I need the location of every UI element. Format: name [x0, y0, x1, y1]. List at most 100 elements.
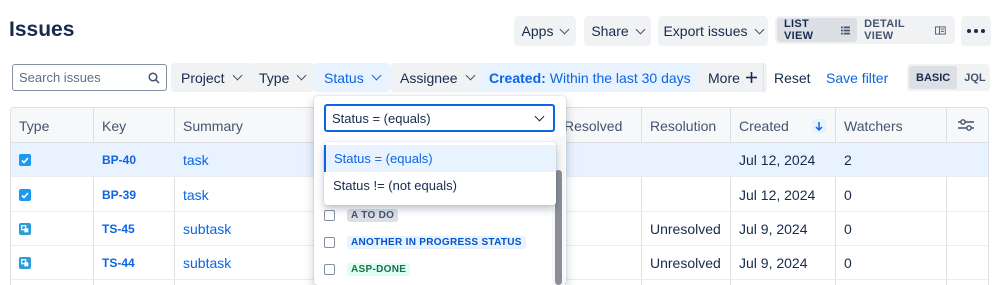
- summary-link[interactable]: subtask: [175, 212, 231, 246]
- status-filter-button[interactable]: Status: [314, 63, 390, 92]
- operator-option-not-equals[interactable]: Status != (not equals): [324, 172, 556, 199]
- export-issues-button[interactable]: Export issues: [658, 16, 768, 46]
- reset-button[interactable]: Reset: [774, 70, 811, 86]
- apps-label: Apps: [521, 23, 554, 39]
- type-label: Type: [259, 69, 290, 86]
- more-label: More: [708, 69, 740, 86]
- created-cell: Jul 9, 2024: [739, 255, 808, 271]
- assignee-label: Assignee: [400, 69, 458, 86]
- summary-link[interactable]: task: [175, 143, 209, 177]
- jql-mode-button[interactable]: JQL: [957, 66, 992, 89]
- list-view-label: LIST VIEW: [784, 18, 814, 42]
- resolution-cell: Unresolved: [650, 255, 721, 271]
- subtask-icon: [19, 257, 31, 269]
- checkbox[interactable]: [324, 263, 335, 275]
- chevron-down-icon: [465, 70, 476, 81]
- type-cell: [11, 178, 31, 212]
- type-cell: [11, 212, 31, 246]
- chevron-down-icon: [754, 24, 764, 34]
- checkbox[interactable]: [324, 236, 335, 248]
- summary-link[interactable]: task: [175, 178, 209, 212]
- dot-icon: [974, 29, 978, 33]
- search-mode-toggle: BASIC JQL: [907, 64, 990, 91]
- checkbox[interactable]: [324, 209, 335, 221]
- column-header-watchers[interactable]: Watchers: [836, 108, 903, 143]
- operator-select-value: Status = (equals): [332, 110, 431, 126]
- list-icon: [841, 25, 851, 35]
- status-lozenge: ASP-DONE: [347, 262, 411, 276]
- operator-option-equals[interactable]: Status = (equals): [324, 145, 556, 172]
- project-filter-button[interactable]: Project: [171, 63, 251, 92]
- type-cell: [11, 143, 31, 177]
- resolution-cell: Unresolved: [650, 221, 721, 237]
- created-filter-label: Created:: [489, 69, 546, 86]
- column-header-summary[interactable]: Summary: [175, 108, 243, 143]
- watchers-cell: 0: [844, 255, 852, 271]
- created-cell: Jul 12, 2024: [739, 152, 816, 168]
- subtask-icon: [19, 223, 31, 235]
- share-button[interactable]: Share: [584, 16, 651, 46]
- column-header-created[interactable]: Created: [731, 108, 789, 143]
- dot-icon: [981, 29, 985, 33]
- column-settings-icon[interactable]: [958, 118, 974, 132]
- created-filter-chip[interactable]: Created: Within the last 30 days: [479, 63, 723, 92]
- watchers-cell: 2: [844, 152, 852, 168]
- chevron-down-icon: [560, 24, 570, 34]
- chevron-down-icon: [296, 70, 307, 81]
- divider: [763, 63, 764, 92]
- issue-key-link[interactable]: BP-39: [94, 178, 136, 212]
- status-lozenge: A TO DO: [347, 208, 399, 222]
- operator-select[interactable]: Status = (equals): [324, 104, 555, 132]
- status-lozenge: ANOTHER IN PROGRESS STATUS: [347, 235, 526, 249]
- export-label: Export issues: [663, 23, 748, 39]
- view-toggle: LIST VIEW DETAIL VIEW: [775, 16, 955, 44]
- resolution-cell: [642, 178, 650, 212]
- save-filter-button[interactable]: Save filter: [826, 70, 888, 86]
- status-option-another-in-progress[interactable]: ANOTHER IN PROGRESS STATUS: [324, 233, 526, 251]
- status-label: Status: [324, 69, 364, 86]
- status-option-a-to-do[interactable]: A TO DO: [324, 206, 399, 224]
- issue-key-link[interactable]: BP-40: [94, 143, 136, 177]
- watchers-cell: 0: [844, 187, 852, 203]
- status-option-asp-done[interactable]: ASP-DONE: [324, 260, 411, 278]
- created-cell: Jul 12, 2024: [739, 187, 816, 203]
- detail-view-button[interactable]: DETAIL VIEW: [857, 18, 953, 42]
- column-header-resolution[interactable]: Resolution: [642, 108, 716, 143]
- chevron-down-icon: [371, 70, 382, 81]
- detail-view-icon: [935, 25, 946, 35]
- summary-link[interactable]: subtask: [175, 246, 231, 280]
- apps-button[interactable]: Apps: [514, 16, 576, 46]
- issue-key-link[interactable]: TS-44: [94, 246, 135, 280]
- plus-icon: [745, 72, 757, 83]
- created-cell: Jul 9, 2024: [739, 221, 808, 237]
- created-filter-value: Within the last 30 days: [549, 69, 691, 86]
- basic-mode-button[interactable]: BASIC: [909, 66, 958, 89]
- chevron-down-icon: [232, 70, 243, 81]
- search-icon: [148, 71, 160, 84]
- more-filters-button[interactable]: More: [698, 63, 767, 92]
- type-cell: [11, 246, 31, 280]
- chevron-down-icon: [534, 111, 545, 121]
- scrollbar-thumb[interactable]: [555, 170, 562, 285]
- type-filter-button[interactable]: Type: [249, 63, 316, 92]
- sort-descending-icon[interactable]: [812, 119, 826, 133]
- more-actions-button[interactable]: [961, 16, 991, 46]
- column-header-type[interactable]: Type: [11, 108, 49, 143]
- resolution-cell: [642, 143, 650, 177]
- search-issues-input[interactable]: Search issues: [12, 64, 167, 91]
- chevron-down-icon: [635, 24, 646, 34]
- task-icon: [19, 154, 31, 166]
- watchers-cell: 0: [844, 221, 852, 237]
- search-placeholder: Search issues: [19, 70, 101, 85]
- issue-key-link[interactable]: TS-45: [94, 212, 135, 246]
- detail-view-label: DETAIL VIEW: [864, 18, 905, 42]
- dot-icon: [967, 29, 971, 33]
- assignee-filter-button[interactable]: Assignee: [390, 63, 484, 92]
- project-label: Project: [181, 69, 225, 86]
- task-icon: [19, 189, 31, 201]
- page-title: Issues: [9, 18, 75, 41]
- column-header-key[interactable]: Key: [94, 108, 126, 143]
- share-label: Share: [591, 23, 629, 39]
- operator-options-menu: Status = (equals) Status != (not equals): [324, 142, 556, 205]
- list-view-button[interactable]: LIST VIEW: [777, 18, 858, 42]
